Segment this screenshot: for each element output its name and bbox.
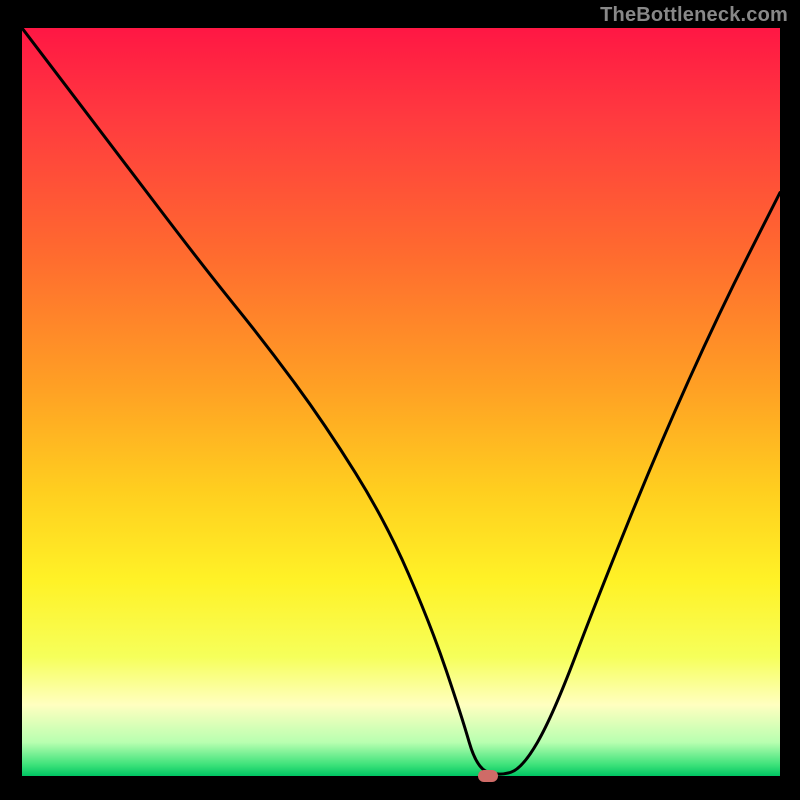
watermark-text: TheBottleneck.com [600, 4, 788, 27]
gradient-background [22, 28, 780, 776]
bottleneck-chart [22, 28, 780, 776]
plot-area [22, 28, 780, 776]
optimal-point-marker [478, 770, 498, 782]
chart-stage: TheBottleneck.com [0, 0, 800, 800]
